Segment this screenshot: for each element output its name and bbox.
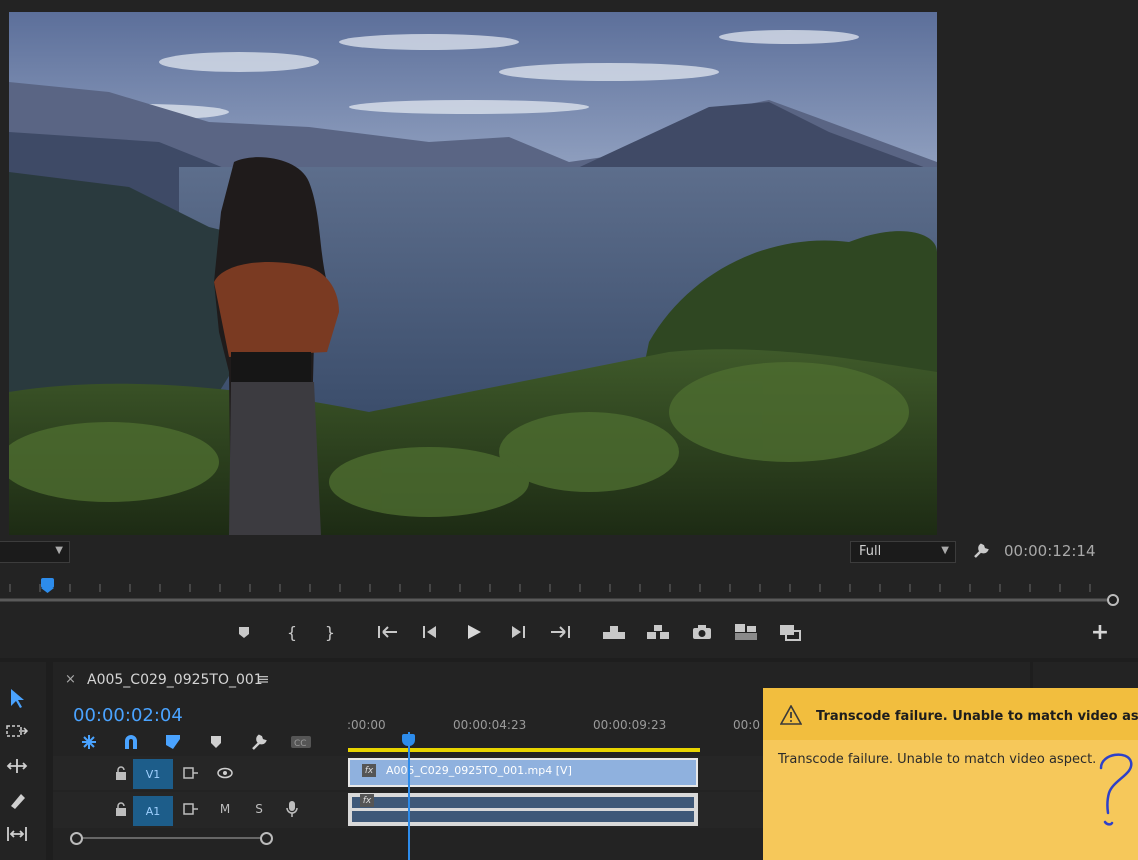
audio-clip[interactable]: fx bbox=[348, 793, 698, 826]
track-target-a1[interactable]: A1 bbox=[133, 796, 173, 826]
button-editor-add-button[interactable]: + bbox=[1086, 618, 1114, 646]
program-monitor: ▼ Full ▼ 00:00:12:14 { } + bbox=[0, 0, 1138, 658]
fx-badge: fx bbox=[360, 794, 374, 807]
close-sequence-icon[interactable]: × bbox=[65, 672, 76, 687]
zoom-handle-left[interactable] bbox=[70, 832, 83, 845]
chevron-down-icon: ▼ bbox=[55, 545, 63, 556]
video-preview bbox=[9, 12, 937, 535]
warning-icon bbox=[780, 705, 802, 725]
mark-out-icon[interactable]: } bbox=[316, 618, 344, 646]
ruler-time-label: 00:00:09:23 bbox=[593, 718, 667, 732]
panel-menu-icon[interactable]: ≡ bbox=[257, 670, 270, 688]
resolution-dropdown[interactable]: Full ▼ bbox=[850, 541, 956, 563]
zoom-dropdown[interactable]: ▼ bbox=[0, 541, 70, 563]
ruler-time-label: 00:0 bbox=[733, 718, 760, 732]
audio-waveform-top bbox=[352, 797, 694, 808]
monitor-time-ruler[interactable] bbox=[0, 578, 1120, 606]
add-marker-icon[interactable] bbox=[206, 732, 226, 752]
ruler-time-label: :00:00 bbox=[347, 718, 386, 732]
timeline-settings-wrench-icon[interactable] bbox=[249, 732, 271, 752]
captions-icon[interactable]: CC bbox=[289, 734, 313, 750]
ripple-edit-tool-icon[interactable] bbox=[2, 752, 32, 780]
overwrite-icon[interactable] bbox=[776, 618, 804, 646]
export-frame-icon[interactable] bbox=[688, 618, 716, 646]
notification-message: Transcode failure. Unable to match video… bbox=[778, 752, 1097, 767]
zoom-handle-right[interactable] bbox=[260, 832, 273, 845]
eye-icon[interactable] bbox=[215, 764, 235, 782]
transport-controls: { } + bbox=[0, 618, 1138, 648]
ruler-time-label: 00:00:04:23 bbox=[453, 718, 527, 732]
track-target-v1[interactable]: V1 bbox=[133, 759, 173, 789]
lock-icon[interactable] bbox=[113, 800, 129, 818]
svg-text:CC: CC bbox=[294, 739, 307, 749]
step-back-icon[interactable] bbox=[416, 618, 444, 646]
sync-lock-icon[interactable] bbox=[181, 764, 201, 782]
audio-waveform-bottom bbox=[352, 811, 694, 822]
go-to-in-icon[interactable] bbox=[374, 618, 402, 646]
wrench-icon[interactable] bbox=[972, 541, 992, 561]
notification-header: Transcode failure. Unable to match video… bbox=[763, 688, 1138, 740]
zoom-scrollbar[interactable] bbox=[73, 837, 268, 839]
go-to-out-icon[interactable] bbox=[546, 618, 574, 646]
microphone-icon[interactable] bbox=[283, 799, 301, 819]
slip-tool-icon[interactable] bbox=[2, 820, 32, 848]
clip-name: A005_C029_0925TO_001.mp4 [V] bbox=[386, 764, 572, 777]
nest-icon[interactable] bbox=[79, 732, 99, 752]
sequence-timecode[interactable]: 00:00:02:04 bbox=[73, 705, 183, 726]
sync-lock-icon[interactable] bbox=[181, 800, 201, 818]
work-area-bar[interactable] bbox=[348, 748, 700, 752]
playhead-line[interactable] bbox=[408, 732, 410, 860]
tools-panel bbox=[0, 662, 46, 860]
handwritten-question-mark bbox=[1099, 753, 1133, 826]
selection-tool-icon[interactable] bbox=[2, 684, 32, 712]
fx-badge: fx bbox=[362, 764, 376, 777]
error-notification[interactable]: Transcode failure. Unable to match video… bbox=[763, 688, 1138, 860]
add-marker-icon[interactable] bbox=[230, 618, 258, 646]
video-clip[interactable]: fx A005_C029_0925TO_001.mp4 [V] bbox=[348, 758, 698, 787]
track-select-tool-icon[interactable] bbox=[2, 718, 32, 746]
linked-selection-icon[interactable] bbox=[163, 732, 183, 752]
step-forward-icon[interactable] bbox=[504, 618, 532, 646]
chevron-down-icon: ▼ bbox=[941, 545, 949, 556]
playhead-timecode[interactable]: 00:00:12:14 bbox=[1004, 542, 1096, 560]
mark-in-icon[interactable]: { bbox=[278, 618, 306, 646]
playhead-handle[interactable] bbox=[402, 734, 415, 746]
solo-track-button[interactable]: S bbox=[250, 800, 268, 818]
notification-title: Transcode failure. Unable to match video… bbox=[816, 709, 1138, 724]
lock-icon[interactable] bbox=[113, 764, 129, 782]
insert-icon[interactable] bbox=[732, 618, 760, 646]
resolution-value: Full bbox=[859, 544, 882, 559]
snap-magnet-icon[interactable] bbox=[121, 732, 141, 752]
play-icon[interactable] bbox=[460, 618, 488, 646]
extract-icon[interactable] bbox=[644, 618, 672, 646]
razor-tool-icon[interactable] bbox=[2, 786, 32, 814]
mute-track-button[interactable]: M bbox=[216, 800, 234, 818]
sequence-tab-title[interactable]: A005_C029_0925TO_001 bbox=[87, 672, 263, 688]
lift-icon[interactable] bbox=[600, 618, 628, 646]
